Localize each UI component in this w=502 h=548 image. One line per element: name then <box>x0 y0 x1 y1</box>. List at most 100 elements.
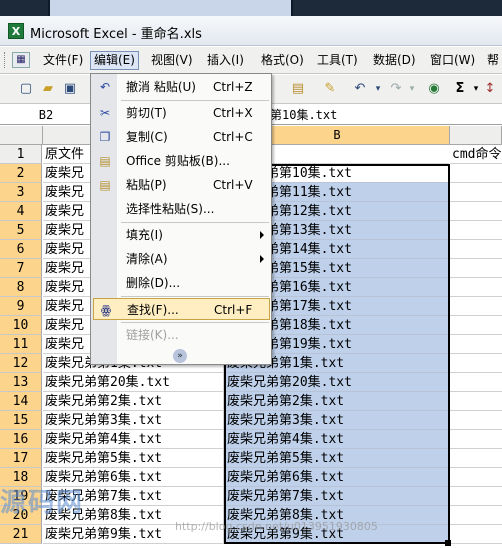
autosum-icon[interactable]: Σ <box>452 81 468 97</box>
worksheet-menu-icon[interactable]: ▦ <box>12 52 30 68</box>
row-header[interactable]: 2 <box>0 164 42 183</box>
formula-input[interactable]: 第10集.txt <box>270 105 337 125</box>
cell-c[interactable] <box>450 240 502 259</box>
cell-c[interactable] <box>450 221 502 240</box>
fill-handle[interactable] <box>445 540 451 546</box>
cell-a[interactable]: 废柴兄弟第20集.txt <box>43 373 224 392</box>
paste-icon[interactable]: ▤ <box>290 81 306 97</box>
submenu-arrow-icon <box>260 255 264 263</box>
redo-icon[interactable]: ↷ <box>388 81 404 97</box>
row-header[interactable]: 14 <box>0 392 42 411</box>
row-header[interactable]: 7 <box>0 259 42 278</box>
cell-c[interactable] <box>450 335 502 354</box>
row-header[interactable]: 3 <box>0 183 42 202</box>
menu-window[interactable]: 窗口(W) <box>427 51 478 70</box>
menu-item-links: 链接(K)... <box>93 324 270 346</box>
undo-dropdown-icon[interactable]: ▾ <box>370 81 386 97</box>
column-header-c[interactable] <box>450 126 502 145</box>
menubar-grip[interactable] <box>4 52 7 68</box>
row-header[interactable]: 9 <box>0 297 42 316</box>
row-header[interactable]: 4 <box>0 202 42 221</box>
row-header[interactable]: 15 <box>0 411 42 430</box>
menu-item-office-clipboard[interactable]: ▤ Office 剪贴板(B)... <box>93 150 270 172</box>
row-header[interactable]: 6 <box>0 240 42 259</box>
binoculars-icon: ꙮ <box>100 303 112 317</box>
cell-b[interactable]: 废柴兄弟第6集.txt <box>225 468 449 487</box>
cell-c[interactable] <box>450 373 502 392</box>
row-header[interactable]: 5 <box>0 221 42 240</box>
row-header[interactable]: 17 <box>0 449 42 468</box>
menu-view[interactable]: 视图(V) <box>148 51 196 70</box>
menu-tools[interactable]: 工具(T) <box>314 51 361 70</box>
row-header[interactable]: 1 <box>0 145 42 164</box>
menu-format[interactable]: 格式(O) <box>258 51 307 70</box>
cell-c[interactable] <box>450 164 502 183</box>
copy-icon: ❐ <box>99 130 111 144</box>
sort-ascending-icon[interactable]: ↕ <box>482 81 498 97</box>
menu-item-undo[interactable]: ↶ 撤消 粘贴(U) Ctrl+Z <box>93 76 270 98</box>
cell-c[interactable] <box>450 468 502 487</box>
cell-b[interactable]: 废柴兄弟第20集.txt <box>225 373 449 392</box>
cell-c[interactable] <box>450 259 502 278</box>
menu-item-fill[interactable]: 填充(I) <box>93 224 270 246</box>
cell-b[interactable]: 废柴兄弟第4集.txt <box>225 430 449 449</box>
cell-a[interactable]: 废柴兄弟第5集.txt <box>43 449 224 468</box>
background-pane <box>48 0 293 16</box>
redo-dropdown-icon[interactable]: ▾ <box>404 81 420 97</box>
cell-c[interactable] <box>450 411 502 430</box>
cell-c[interactable] <box>450 449 502 468</box>
cell-b[interactable]: 废柴兄弟第7集.txt <box>225 487 449 506</box>
menu-item-paste-special[interactable]: 选择性粘贴(S)... <box>93 198 270 220</box>
menu-separator <box>121 322 269 323</box>
menu-item-delete[interactable]: 删除(D)... <box>93 272 270 294</box>
menu-file[interactable]: 文件(F) <box>40 51 86 70</box>
menu-insert[interactable]: 插入(I) <box>204 51 247 70</box>
cell-c[interactable] <box>450 525 502 544</box>
select-all-corner[interactable] <box>0 126 43 145</box>
menu-item-label: 删除(D)... <box>126 276 181 290</box>
new-icon[interactable]: ▢ <box>18 81 34 97</box>
cell-c[interactable] <box>450 316 502 335</box>
format-painter-icon[interactable]: ✎ <box>322 81 338 97</box>
row-header[interactable]: 21 <box>0 525 42 544</box>
cell-c[interactable] <box>450 202 502 221</box>
cell-a[interactable]: 废柴兄弟第2集.txt <box>43 392 224 411</box>
undo-icon[interactable]: ↶ <box>352 81 368 97</box>
menu-data[interactable]: 数据(D) <box>370 51 419 70</box>
cell-b[interactable]: 废柴兄弟第3集.txt <box>225 411 449 430</box>
menu-item-cut[interactable]: ✂ 剪切(T) Ctrl+X <box>93 102 270 124</box>
expand-menu-chevron-icon[interactable]: » <box>173 349 187 363</box>
cell-c[interactable] <box>450 278 502 297</box>
cell-c[interactable] <box>450 392 502 411</box>
cell-c[interactable]: cmd命令 <box>450 145 502 164</box>
cell-a[interactable]: 废柴兄弟第3集.txt <box>43 411 224 430</box>
row-header[interactable]: 8 <box>0 278 42 297</box>
cell-c[interactable] <box>450 297 502 316</box>
cell-c[interactable] <box>450 506 502 525</box>
cell-b[interactable]: 废柴兄弟第2集.txt <box>225 392 449 411</box>
menu-item-find[interactable]: ꙮ 查找(F)... Ctrl+F <box>93 298 270 320</box>
row-header[interactable]: 11 <box>0 335 42 354</box>
row-header[interactable]: 13 <box>0 373 42 392</box>
watermark-url: http://blog.csdn.net/u013951930805 <box>175 520 378 533</box>
cell-c[interactable] <box>450 183 502 202</box>
edit-menu-dropdown: ↶ 撤消 粘贴(U) Ctrl+Z ✂ 剪切(T) Ctrl+X ❐ 复制(C)… <box>90 73 272 365</box>
menu-help[interactable]: 帮 <box>484 51 502 70</box>
open-icon[interactable]: ▰ <box>40 81 56 97</box>
cell-b[interactable]: 废柴兄弟第5集.txt <box>225 449 449 468</box>
row-header[interactable]: 16 <box>0 430 42 449</box>
cell-c[interactable] <box>450 354 502 373</box>
save-icon[interactable]: ▣ <box>62 81 78 97</box>
cell-a[interactable]: 废柴兄弟第4集.txt <box>43 430 224 449</box>
menu-item-paste[interactable]: ▤ 粘贴(P) Ctrl+V <box>93 174 270 196</box>
excel-icon[interactable]: X <box>8 23 24 39</box>
cell-c[interactable] <box>450 487 502 506</box>
menu-item-copy[interactable]: ❐ 复制(C) Ctrl+C <box>93 126 270 148</box>
name-box[interactable]: B2 <box>0 105 93 125</box>
row-header[interactable]: 12 <box>0 354 42 373</box>
menu-edit[interactable]: 编辑(E) <box>90 51 139 70</box>
row-header[interactable]: 10 <box>0 316 42 335</box>
hyperlink-icon[interactable]: ◉ <box>426 81 442 97</box>
menu-item-clear[interactable]: 清除(A) <box>93 248 270 270</box>
cell-c[interactable] <box>450 430 502 449</box>
